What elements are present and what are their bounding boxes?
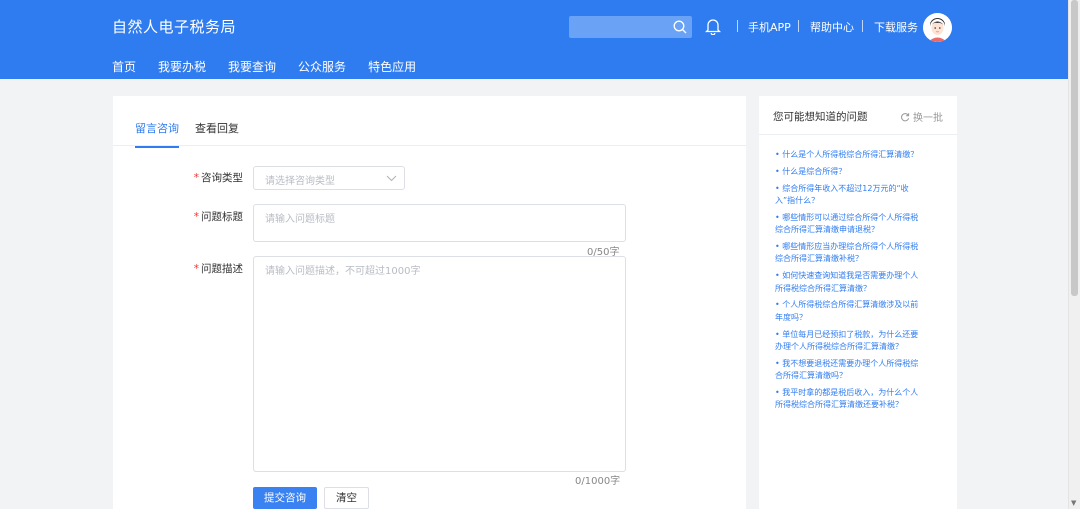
search-input[interactable] — [569, 16, 692, 38]
header-divider — [862, 20, 863, 32]
faq-question-link[interactable]: • 哪些情形应当办理综合所得个人所得税 综合所得汇算清缴补税？ — [775, 241, 933, 266]
consult-type-placeholder: 请选择咨询类型 — [265, 176, 335, 187]
avatar[interactable] — [923, 13, 952, 42]
question-desc-label: * 问题描述 — [183, 261, 243, 276]
nav-featured-apps[interactable]: 特色应用 — [368, 58, 416, 75]
clear-button[interactable]: 清空 — [324, 487, 369, 509]
required-mark: * — [193, 211, 199, 223]
header-divider — [737, 20, 738, 32]
vertical-scrollbar[interactable]: ▼ — [1068, 0, 1080, 509]
faq-question-link[interactable]: • 我平时拿的都是税后收入，为什么个人 所得税综合所得汇算清缴还要补税？ — [775, 387, 933, 412]
chevron-down-icon — [386, 175, 397, 182]
faq-question-link[interactable]: • 我不想要退税还需要办理个人所得税综 合所得汇算清缴吗？ — [775, 358, 933, 383]
refresh-button[interactable]: 换一批 — [900, 109, 943, 124]
site-brand[interactable]: 自然人电子税务局 — [112, 16, 236, 37]
faq-question-line: • 综合所得年收入不超过12万元的“收 — [775, 183, 909, 193]
mobile-app-link[interactable]: 手机APP — [748, 19, 791, 35]
help-center-link[interactable]: 帮助中心 — [810, 19, 854, 35]
user-avatar-icon — [923, 13, 952, 42]
question-title-input[interactable]: 请输入问题标题 — [253, 204, 626, 242]
faq-list: • 什么是个人所得税综合所得汇算清缴？ • 什么是综合所得？ • 综合所得年收入不超… — [775, 149, 933, 416]
tab-message-consult[interactable]: 留言咨询 — [135, 120, 179, 148]
tab-bar: 留言咨询 查看回复 — [135, 120, 255, 148]
faq-question-line: 办理个人所得税综合所得汇算清缴？ — [775, 342, 903, 352]
faq-divider — [759, 134, 957, 135]
faq-question-link[interactable]: • 如何快速查询知道我是否需要办理个人 所得税综合所得汇算清缴？ — [775, 270, 933, 295]
consult-type-select[interactable]: 请选择咨询类型 — [253, 166, 405, 190]
faq-question-line: • 哪些情形应当办理综合所得个人所得税 — [775, 242, 919, 251]
faq-question-line: 合所得汇算清缴吗？ — [775, 371, 847, 381]
required-mark: * — [193, 172, 199, 184]
faq-question-line: • 什么是综合所得？ — [775, 166, 847, 176]
consult-type-label: * 咨询类型 — [183, 170, 243, 185]
consult-type-label-text: 咨询类型 — [201, 172, 243, 184]
header-divider — [798, 20, 799, 32]
faq-question-line: 综合所得汇算清缴补税？ — [775, 254, 863, 264]
faq-question-line: 年度吗？ — [775, 312, 807, 322]
faq-panel: 您可能想知道的问题 换一批 • 什么是个人所得税综合所得汇算清缴？ • 什么是综合… — [759, 96, 957, 509]
top-header: 自然人电子税务局 手机APP 帮助中心 下载服务 首页 我要办税 我要查询 公众… — [0, 0, 1068, 79]
faq-question-link[interactable]: • 单位每月已经预扣了税款，为什么还要 办理个人所得税综合所得汇算清缴？ — [775, 329, 933, 354]
faq-question-line: • 我不想要退税还需要办理个人所得税综 — [775, 358, 919, 368]
faq-question-line: 所得税综合所得汇算清缴？ — [775, 283, 871, 293]
nav-home[interactable]: 首页 — [112, 58, 136, 75]
faq-question-line: 所得税综合所得汇算清缴还要补税？ — [775, 400, 903, 410]
tab-divider — [113, 145, 746, 146]
question-desc-placeholder: 请输入问题描述，不可超过1000字 — [265, 266, 421, 277]
bell-icon[interactable] — [705, 17, 721, 35]
desc-char-counter: 0/1000字 — [575, 476, 621, 487]
nav-query[interactable]: 我要查询 — [228, 58, 276, 75]
question-title-placeholder: 请输入问题标题 — [265, 214, 335, 225]
search-icon[interactable] — [672, 19, 688, 35]
question-title-label: * 问题标题 — [183, 209, 243, 224]
faq-question-link[interactable]: • 综合所得年收入不超过12万元的“收 入”指什么？ — [775, 183, 933, 208]
main-nav: 首页 我要办税 我要查询 公众服务 特色应用 — [112, 58, 438, 75]
question-desc-label-text: 问题描述 — [201, 263, 243, 275]
question-desc-textarea[interactable]: 请输入问题描述，不可超过1000字 — [253, 256, 626, 472]
faq-question-line: • 个人所得税综合所得汇算清缴涉及以前 — [775, 300, 919, 310]
faq-question-line: • 如何快速查询知道我是否需要办理个人 — [775, 271, 919, 281]
scroll-down-arrow-icon[interactable]: ▼ — [1071, 499, 1076, 507]
faq-question-line: 入”指什么？ — [775, 196, 820, 205]
required-mark: * — [193, 263, 199, 275]
refresh-label: 换一批 — [913, 113, 943, 124]
faq-question-link[interactable]: • 哪些情形可以通过综合所得个人所得税 综合所得汇算清缴申请退税？ — [775, 212, 933, 237]
faq-question-link[interactable]: • 什么是个人所得税综合所得汇算清缴？ — [775, 149, 933, 161]
faq-title: 您可能想知道的问题 — [773, 111, 868, 123]
faq-question-line: 综合所得汇算清缴申请退税？ — [775, 225, 879, 235]
faq-question-link[interactable]: • 个人所得税综合所得汇算清缴涉及以前 年度吗？ — [775, 299, 933, 324]
scrollbar-thumb[interactable] — [1071, 0, 1078, 296]
refresh-icon — [901, 112, 910, 121]
faq-question-line: • 什么是个人所得税综合所得汇算清缴？ — [775, 150, 919, 159]
faq-question-line: • 哪些情形可以通过综合所得个人所得税 — [775, 212, 919, 222]
faq-question-line: • 单位每月已经预扣了税款，为什么还要 — [775, 329, 919, 339]
nav-public-service[interactable]: 公众服务 — [298, 58, 346, 75]
download-service-link[interactable]: 下载服务 — [874, 19, 918, 35]
nav-do-tax[interactable]: 我要办税 — [158, 58, 206, 75]
faq-question-link[interactable]: • 什么是综合所得？ — [775, 166, 933, 178]
consultation-panel: 留言咨询 查看回复 * 咨询类型 请选择咨询类型 * 问题标题 请输入问题标题 0/… — [113, 96, 746, 509]
question-title-label-text: 问题标题 — [201, 211, 243, 223]
tab-view-reply[interactable]: 查看回复 — [195, 120, 239, 148]
submit-consult-button[interactable]: 提交咨询 — [253, 487, 317, 509]
faq-question-line: • 我平时拿的都是税后收入，为什么个人 — [775, 388, 919, 398]
